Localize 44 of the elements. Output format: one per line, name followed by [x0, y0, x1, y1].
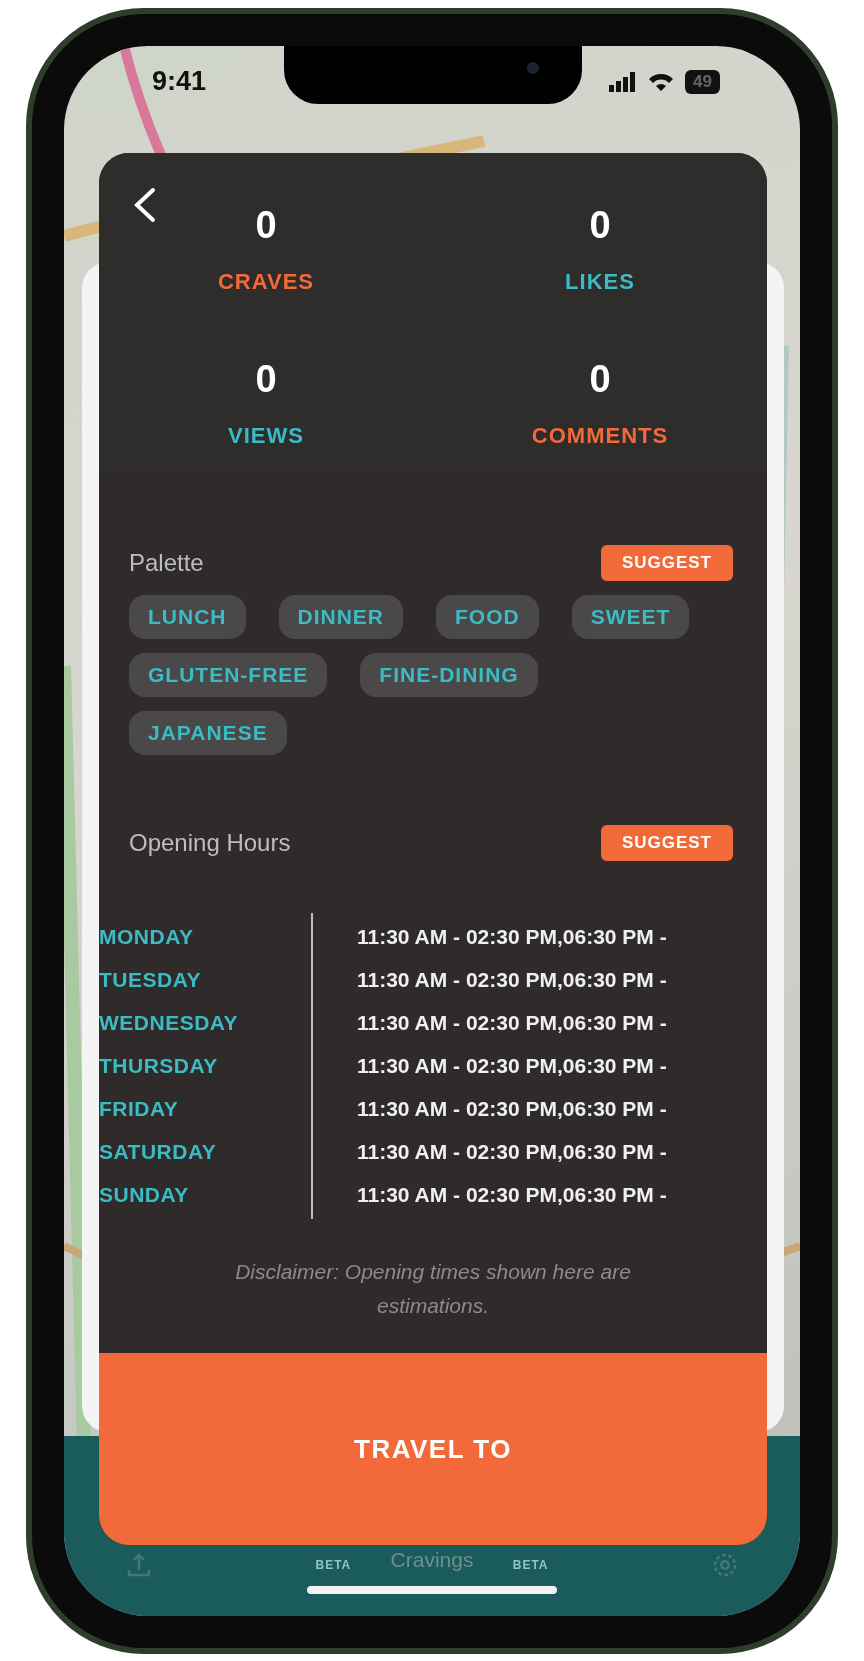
stat-value: 0	[255, 203, 277, 247]
status-time: 9:41	[152, 66, 207, 97]
tag-chip[interactable]: FOOD	[436, 595, 539, 639]
day-name: TUESDAY	[99, 967, 202, 993]
beta-label: BETA	[315, 1558, 352, 1572]
tag-chip[interactable]: DINNER	[278, 595, 403, 639]
camera-icon	[527, 62, 539, 74]
signal-icon	[609, 72, 638, 92]
opening-time: 11:30 AM - 02:30 PM,06:30 PM -	[357, 967, 667, 993]
tag-chip[interactable]: GLUTEN-FREE	[129, 653, 328, 697]
stat-value: 0	[589, 203, 611, 247]
suggest-button[interactable]: SUGGEST	[600, 825, 733, 861]
day-name: SUNDAY	[99, 1182, 190, 1208]
stat-label: COMMENTS	[531, 423, 669, 449]
section-title: Opening Hours	[129, 829, 291, 857]
opening-time: 11:30 AM - 02:30 PM,06:30 PM -	[357, 1182, 667, 1208]
tag-chip[interactable]: LUNCH	[129, 595, 246, 639]
battery-icon: 49	[685, 70, 720, 94]
stat-label: LIKES	[565, 269, 635, 295]
travel-button[interactable]: TRAVEL TO	[99, 1353, 767, 1545]
suggest-button[interactable]: SUGGEST	[600, 545, 733, 581]
day-name: WEDNESDAY	[99, 1010, 240, 1036]
section-title: Palette	[129, 549, 204, 577]
opening-time: 11:30 AM - 02:30 PM,06:30 PM -	[357, 1010, 667, 1036]
opening-time: 11:30 AM - 02:30 PM,06:30 PM -	[357, 924, 667, 950]
tab-label[interactable]: Cravings	[390, 1548, 474, 1572]
stat-label: CRAVES	[217, 269, 315, 295]
stat-value: 0	[589, 357, 611, 401]
opening-time: 11:30 AM - 02:30 PM,06:30 PM -	[357, 1053, 667, 1079]
opening-time: 11:30 AM - 02:30 PM,06:30 PM -	[357, 1139, 667, 1165]
beta-label: BETA	[512, 1558, 549, 1572]
day-name: SATURDAY	[99, 1139, 218, 1165]
stat-value: 0	[255, 357, 277, 401]
disclaimer-text: Disclaimer: Opening times shown here are estimations.	[234, 1259, 632, 1319]
opening-time: 11:30 AM - 02:30 PM,06:30 PM -	[357, 1096, 667, 1122]
day-name: FRIDAY	[99, 1096, 180, 1122]
stat-label: VIEWS	[228, 423, 304, 449]
day-name: MONDAY	[99, 924, 195, 950]
tag-chip[interactable]: JAPANESE	[129, 711, 287, 755]
back-icon	[133, 187, 157, 223]
tag-chip[interactable]: FINE-DINING	[360, 653, 538, 697]
tag-chip[interactable]: SWEET	[571, 595, 690, 639]
day-name: THURSDAY	[99, 1053, 219, 1079]
wifi-icon	[647, 72, 676, 92]
